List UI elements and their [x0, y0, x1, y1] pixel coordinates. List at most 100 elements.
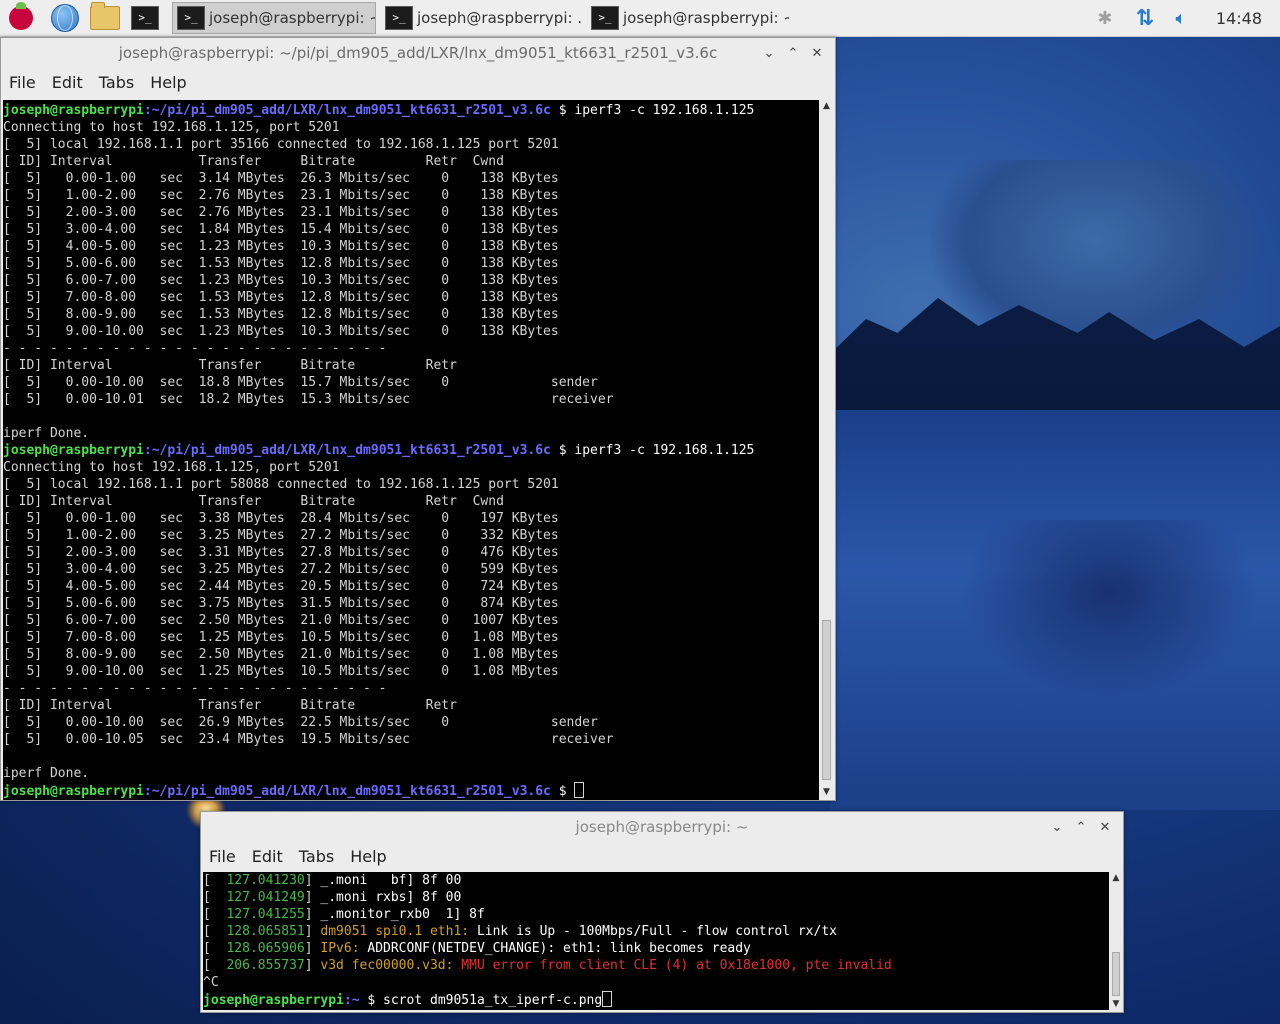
prompt-user: joseph@raspberrypi [3, 784, 144, 799]
terminal-output[interactable]: [ 127.041230] _.moni bf] 8f 00[ 127.0412… [203, 872, 1109, 1010]
prompt-path: :~ [343, 993, 360, 1008]
prompt-path: :~/pi/pi_dm905_add/LXR/lnx_dm9051_kt6631… [143, 103, 551, 118]
window-titlebar[interactable]: joseph@raspberrypi: ~ ⌄ ⌃ ✕ [201, 812, 1123, 842]
terminal-line: iperf Done. [3, 425, 819, 442]
task-label: joseph@raspberrypi: ... [417, 9, 582, 27]
scroll-down-icon[interactable]: ▼ [820, 786, 833, 798]
output-text: [ 5] 1.00-2.00 sec 2.76 MBytes 23.1 Mbit… [3, 188, 559, 203]
taskbar: >_ >_ joseph@raspberrypi: ~ >_ joseph@ra… [0, 0, 1280, 37]
taskbar-task-3[interactable]: >_ joseph@raspberrypi: ~ [586, 2, 790, 34]
terminal-icon: >_ [131, 6, 159, 30]
terminal-line: - - - - - - - - - - - - - - - - - - - - … [3, 680, 819, 697]
terminal-line: [ 5] 0.00-10.00 sec 26.9 MBytes 22.5 Mbi… [3, 714, 819, 731]
bracket: [ [203, 958, 211, 973]
command-text: iperf3 -c 192.168.1.125 [574, 443, 755, 458]
log-message: _.moni rxbs] 8f 00 [320, 890, 462, 905]
log-timestamp: 128.065906 [210, 941, 305, 956]
terminal-line: joseph@raspberrypi:~/pi/pi_dm905_add/LXR… [3, 782, 819, 799]
terminal-line: [ 5] 0.00-10.00 sec 18.8 MBytes 15.7 Mbi… [3, 374, 819, 391]
text-cursor [574, 782, 585, 798]
terminal-line: [ 5] 2.00-3.00 sec 3.31 MBytes 27.8 Mbit… [3, 544, 819, 561]
window-titlebar[interactable]: joseph@raspberrypi: ~/pi/pi_dm905_add/LX… [1, 38, 835, 68]
scrollbar[interactable]: ▲ ▼ [1110, 872, 1122, 1010]
output-text: [ 5] 5.00-6.00 sec 3.75 MBytes 31.5 Mbit… [3, 596, 559, 611]
scroll-up-icon[interactable]: ▲ [820, 100, 833, 112]
output-text: [ 5] 0.00-10.00 sec 26.9 MBytes 22.5 Mbi… [3, 715, 598, 730]
scroll-up-icon[interactable]: ▲ [1110, 872, 1122, 884]
command-text: iperf3 -c 192.168.1.125 [574, 103, 755, 118]
browser-launcher[interactable] [50, 3, 80, 33]
text-cursor [602, 991, 613, 1007]
terminal-line: [ 5] 8.00-9.00 sec 1.53 MBytes 12.8 Mbit… [3, 306, 819, 323]
globe-icon [51, 4, 79, 32]
taskbar-task-1[interactable]: >_ joseph@raspberrypi: ~ [172, 2, 376, 34]
terminal-window-iperf: joseph@raspberrypi: ~/pi/pi_dm905_add/LX… [0, 37, 836, 801]
minimize-icon[interactable]: ⌄ [757, 46, 781, 61]
output-text: [ ID] Interval Transfer Bitrate Retr Cwn… [3, 154, 504, 169]
close-icon[interactable]: ✕ [805, 46, 829, 61]
menu-edit[interactable]: Edit [52, 73, 83, 92]
output-text: iperf Done. [3, 426, 90, 441]
terminal-line: [ ID] Interval Transfer Bitrate Retr [3, 697, 819, 714]
menu-tabs[interactable]: Tabs [99, 73, 134, 92]
minimize-icon[interactable]: ⌄ [1045, 820, 1069, 835]
terminal-line: [ 127.041249] _.moni rxbs] 8f 00 [203, 889, 1109, 906]
prompt-user: joseph@raspberrypi [3, 103, 144, 118]
output-text: [ 5] 7.00-8.00 sec 1.53 MBytes 12.8 Mbit… [3, 290, 559, 305]
file-manager-launcher[interactable] [90, 2, 120, 33]
menu-edit[interactable]: Edit [252, 847, 283, 866]
output-text: Connecting to host 192.168.1.125, port 5… [3, 460, 340, 475]
scrollbar-thumb[interactable] [1112, 952, 1120, 996]
terminal-line: joseph@raspberrypi:~ $ scrot dm9051a_tx_… [203, 991, 1109, 1008]
volume-icon[interactable]: 🔈︎ [1168, 8, 1194, 29]
terminal-line: Connecting to host 192.168.1.125, port 5… [3, 459, 819, 476]
terminal-line: [ ID] Interval Transfer Bitrate Retr [3, 357, 819, 374]
menu-file[interactable]: File [9, 73, 36, 92]
prompt-user: joseph@raspberrypi [3, 443, 144, 458]
menu-tabs[interactable]: Tabs [299, 847, 334, 866]
terminal-line: [ ID] Interval Transfer Bitrate Retr Cwn… [3, 493, 819, 510]
prompt-symbol: $ [550, 443, 575, 458]
scrollbar[interactable]: ▲ ▼ [820, 100, 833, 798]
scroll-down-icon[interactable]: ▼ [1110, 998, 1122, 1010]
output-text: [ 5] 0.00-1.00 sec 3.38 MBytes 28.4 Mbit… [3, 511, 559, 526]
terminal-icon: >_ [591, 6, 619, 30]
window-title: joseph@raspberrypi: ~ [575, 818, 749, 836]
task-label: joseph@raspberrypi: ~ [209, 9, 376, 27]
task-label: joseph@raspberrypi: ~ [623, 9, 790, 27]
clock[interactable]: 14:48 [1216, 9, 1262, 28]
output-text: [ 5] 3.00-4.00 sec 1.84 MBytes 15.4 Mbit… [3, 222, 559, 237]
terminal-line: [ 127.041230] _.moni bf] 8f 00 [203, 872, 1109, 889]
menu-file[interactable]: File [209, 847, 236, 866]
terminal-window-home: joseph@raspberrypi: ~ ⌄ ⌃ ✕ File Edit Ta… [200, 811, 1124, 1013]
maximize-icon[interactable]: ⌃ [781, 46, 805, 61]
scrollbar-thumb[interactable] [822, 620, 831, 780]
bluetooth-icon[interactable]: ✱ [1096, 8, 1114, 29]
terminal-line: [ 5] 3.00-4.00 sec 3.25 MBytes 27.2 Mbit… [3, 561, 819, 578]
raspberry-menu-button[interactable] [6, 2, 36, 33]
close-icon[interactable]: ✕ [1093, 820, 1117, 835]
wallpaper-reflection [960, 520, 1260, 700]
bracket: [ [203, 890, 211, 905]
log-timestamp: 128.065851 [210, 924, 305, 939]
output-text: ^C [203, 975, 219, 990]
terminal-output[interactable]: joseph@raspberrypi:~/pi/pi_dm905_add/LXR… [3, 100, 819, 800]
folder-icon [90, 2, 120, 30]
terminal-line: [ 5] 1.00-2.00 sec 3.25 MBytes 27.2 Mbit… [3, 527, 819, 544]
menu-bar: File Edit Tabs Help [1, 68, 835, 96]
prompt-path: :~/pi/pi_dm905_add/LXR/lnx_dm9051_kt6631… [143, 443, 551, 458]
bracket: ] [304, 941, 321, 956]
output-text: [ 5] 9.00-10.00 sec 1.23 MBytes 10.3 Mbi… [3, 324, 559, 339]
terminal-launcher[interactable]: >_ [130, 3, 160, 33]
menu-help[interactable]: Help [350, 847, 386, 866]
maximize-icon[interactable]: ⌃ [1069, 820, 1093, 835]
output-text: [ 5] 3.00-4.00 sec 3.25 MBytes 27.2 Mbit… [3, 562, 559, 577]
output-text: [ 5] 1.00-2.00 sec 3.25 MBytes 27.2 Mbit… [3, 528, 559, 543]
taskbar-task-2[interactable]: >_ joseph@raspberrypi: ... [380, 2, 582, 34]
network-icon[interactable]: ⇅ [1132, 6, 1158, 31]
terminal-line: joseph@raspberrypi:~/pi/pi_dm905_add/LXR… [3, 102, 819, 119]
terminal-line: [ 206.855737] v3d fec00000.v3d: MMU erro… [203, 957, 1109, 974]
terminal-line: [ 5] 6.00-7.00 sec 2.50 MBytes 21.0 Mbit… [3, 612, 819, 629]
menu-help[interactable]: Help [150, 73, 186, 92]
